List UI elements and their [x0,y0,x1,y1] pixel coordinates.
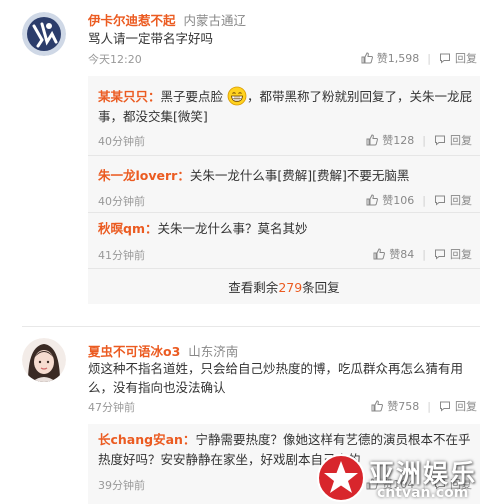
reply-icon[interactable] [434,134,446,146]
action-separator: | [427,51,431,65]
action-separator: | [422,193,426,207]
reply-button[interactable]: 回复 [450,192,472,208]
view-more-replies-link[interactable]: 查看剩余279条回复 [88,277,480,296]
more-count: 279 [278,280,303,295]
comment-divider [22,326,480,327]
reply-divider [88,268,480,269]
like-count[interactable]: 赞84 [389,246,414,262]
thumbs-up-icon[interactable] [373,248,386,260]
watermark: 亚洲娱乐 cntvan.com [315,452,493,504]
comment-actions: 赞1,598 | 回复 [361,50,477,66]
thumbs-up-icon[interactable] [366,194,379,206]
reply-divider [88,155,480,156]
reply-time: 41分钟前 [98,249,145,262]
more-prefix: 查看剩余 [228,280,279,295]
reply-icon[interactable] [439,52,451,64]
reply-icon[interactable] [434,248,446,260]
comment-author[interactable]: 夏虫不可语冰o3 山东济南 [88,341,238,360]
comment-text: 烦这种不指名道姓，只会给自己炒热度的博，吃瓜群众再怎么猜有用么，没有指向也没法确… [88,361,464,395]
comment-actions: 赞758 | 回复 [371,398,477,414]
reply-text-part: 黑子要点脸 [160,89,224,104]
reply-text: 秋暝qm：关朱一龙什么事？莫名其妙 [98,219,474,239]
author-location: 山东济南 [188,344,239,359]
watermark-url: cntvan.com [377,485,469,501]
reply-actions: 赞106 | 回复 [366,192,472,208]
reply-text: 朱一龙loverr：关朱一龙什么事[费解][费解]不要无脑黑 [98,166,474,186]
author-name[interactable]: 伊卡尔迪惹不起 [88,13,176,28]
action-separator: | [422,247,426,261]
author-location: 内蒙古通辽 [183,13,247,28]
like-count[interactable]: 赞128 [382,132,414,148]
reply-time: 40分钟前 [98,135,145,148]
replies-panel: 某某只只：黑子要点脸 ，都带黑称了粉就别回复了，关朱一龙屁事，都没交集[微笑] … [88,76,480,304]
reply-button[interactable]: 回复 [450,132,472,148]
avatar[interactable] [22,338,66,382]
reply-author[interactable]: 长chang安an： [98,432,195,447]
reply-button[interactable]: 回复 [450,246,472,262]
reply-author[interactable]: 某某只只： [98,89,161,104]
action-separator: | [422,133,426,147]
thumbs-up-icon[interactable] [371,400,384,412]
comment-time: 今天12:20 [88,53,142,66]
reply-divider [88,212,480,213]
reply-button[interactable]: 回复 [455,398,477,414]
comment-text: 骂人请一定带名字好吗 [88,31,214,46]
like-count[interactable]: 赞1,598 [377,50,420,66]
grin-emoji-icon [227,86,247,106]
more-suffix: 条回复 [302,280,340,295]
thumbs-up-icon[interactable] [366,134,379,146]
reply-actions: 赞84 | 回复 [373,246,472,262]
comment-time: 47分钟前 [88,401,135,414]
reply-author[interactable]: 朱一龙loverr： [98,168,190,183]
like-count[interactable]: 赞758 [387,398,419,414]
author-name[interactable]: 夏虫不可语冰o3 [88,344,180,359]
thumbs-up-icon[interactable] [361,52,373,64]
avatar[interactable] [22,12,66,56]
reply-text-part: 关朱一龙什么事[费解][费解]不要无脑黑 [189,168,410,183]
reply-text-part: 关朱一龙什么事？莫名其妙 [157,221,308,236]
action-separator: | [427,399,431,413]
watermark-logo-icon [317,454,365,502]
comment-author[interactable]: 伊卡尔迪惹不起 内蒙古通辽 [88,10,246,29]
reply-button[interactable]: 回复 [455,50,477,66]
reply-actions: 赞128 | 回复 [366,132,472,148]
reply-time: 40分钟前 [98,195,145,208]
reply-text: 某某只只：黑子要点脸 ，都带黑称了粉就别回复了，关朱一龙屁事，都没交集[微笑] [98,86,474,127]
reply-icon[interactable] [434,194,446,206]
like-count[interactable]: 赞106 [382,192,414,208]
reply-time: 39分钟前 [98,479,145,492]
reply-author[interactable]: 秋暝qm： [98,221,157,236]
reply-icon[interactable] [439,400,451,412]
